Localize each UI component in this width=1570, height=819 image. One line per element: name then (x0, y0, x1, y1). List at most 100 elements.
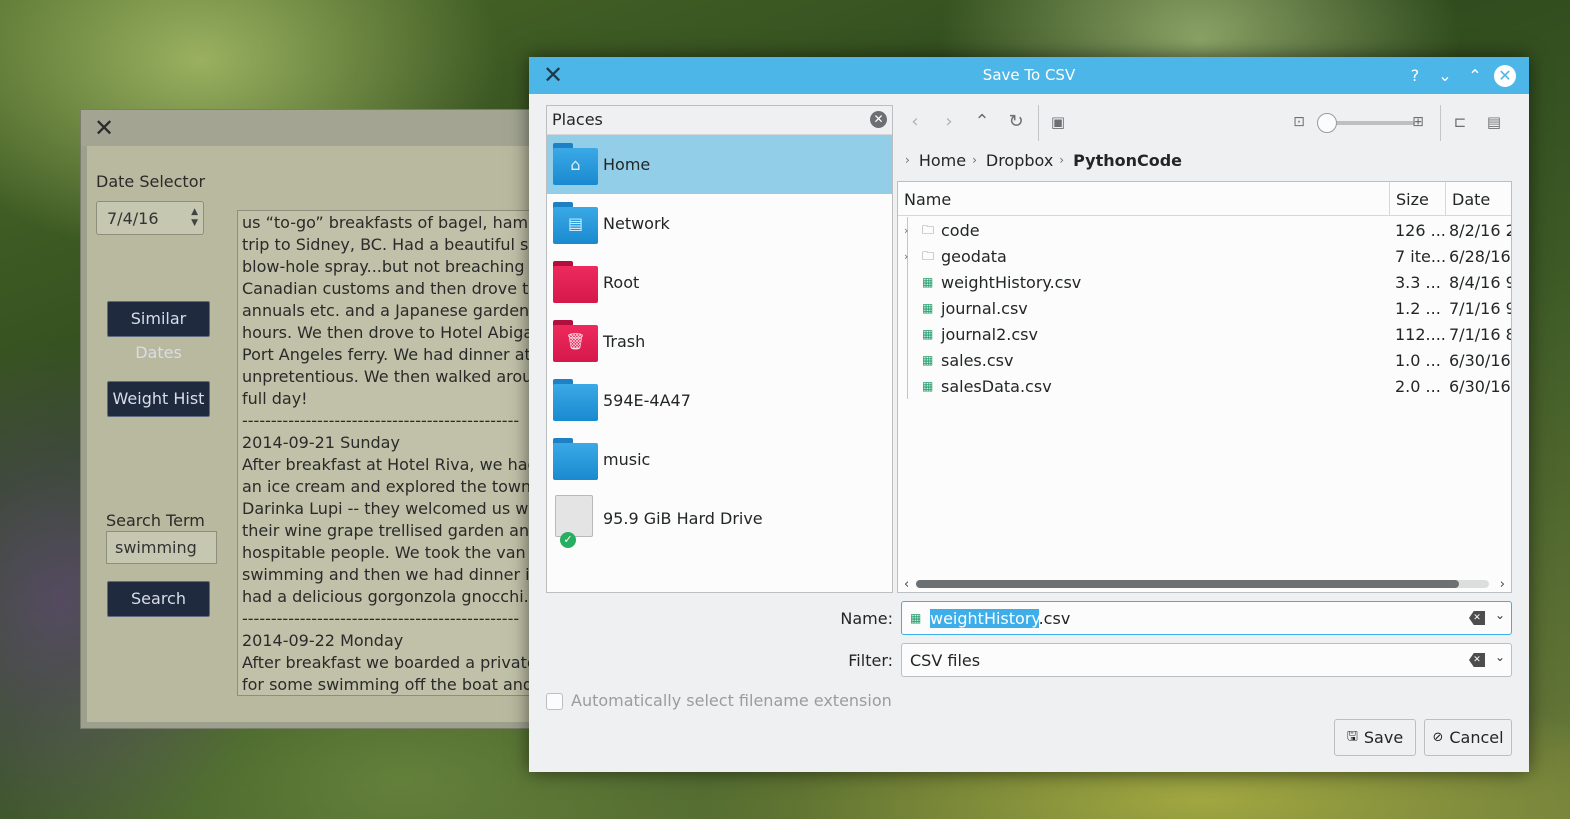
file-row[interactable]: ▦ journal.csv 1.2 ... 7/1/16 9 (898, 295, 1511, 321)
column-name-header[interactable]: Name (898, 182, 1390, 215)
csv-file-icon: ▦ (910, 611, 922, 625)
horizontal-scrollbar[interactable] (916, 580, 1489, 588)
chevron-right-icon[interactable]: › (972, 153, 977, 167)
journal-line: unpretentious. We then walked aroun (242, 367, 537, 386)
journal-text-area[interactable]: us “to-go” breakfasts of bagel, ham, eg t… (237, 210, 537, 696)
date-spinbox[interactable]: 7/4/16 ▲ ▼ (96, 201, 204, 235)
toolbar-separator (1038, 105, 1039, 141)
places-title: Places (552, 110, 603, 129)
journal-line: Darinka Lupi -- they welcomed us with (242, 499, 537, 518)
spin-arrows-icon[interactable]: ▲ ▼ (191, 207, 198, 229)
journal-line: After breakfast at Hotel Riva, we had a (242, 455, 537, 474)
breadcrumb-item[interactable]: Dropbox (986, 151, 1053, 170)
place-item-network[interactable]: ▤ Network (547, 194, 892, 253)
maximize-icon[interactable]: ⌃ (1464, 65, 1486, 87)
file-date: 7/1/16 8 (1449, 324, 1511, 344)
place-item-594e-4a47[interactable]: 594E-4A47 (547, 371, 892, 430)
weight-hist-button[interactable]: Weight Hist (107, 381, 210, 417)
file-row[interactable]: ▦ sales.csv 1.0 ... 6/30/16 (898, 347, 1511, 373)
file-name: sales.csv (941, 350, 1014, 370)
date-selector-label: Date Selector (96, 172, 206, 191)
journal-line: an ice cream and explored the towns a (242, 477, 537, 496)
file-name: salesData.csv (941, 376, 1052, 396)
journal-line: their wine grape trellised garden and g (242, 521, 537, 540)
csv-file-icon: ▦ (922, 353, 934, 367)
back-icon[interactable]: ‹ (903, 110, 927, 134)
filename-input[interactable]: ▦ weightHistory.csv ✕ ⌄ (901, 601, 1512, 635)
chevron-right-icon[interactable]: › (905, 153, 910, 167)
place-item-root[interactable]: Root (547, 253, 892, 312)
breadcrumb-item[interactable]: Home (919, 151, 966, 170)
folder-icon: 🗀 (922, 249, 935, 263)
place-item-trash[interactable]: 🗑 Trash (547, 312, 892, 371)
file-row[interactable]: › 🗀 geodata 7 ite... 6/28/16 (898, 243, 1511, 269)
search-term-label: Search Term (106, 511, 205, 530)
file-row[interactable]: › 🗀 code 126 ... 8/2/16 2 (898, 217, 1511, 243)
column-date-header[interactable]: Date (1446, 182, 1511, 215)
place-item-music[interactable]: music (547, 430, 892, 489)
csv-file-icon: ▦ (922, 301, 934, 315)
save-button[interactable]: 🖫 Save (1334, 719, 1416, 756)
dialog-titlebar[interactable]: ✕ Save To CSV ? ⌄ ⌃ ✕ (529, 57, 1529, 94)
expand-arrow-icon[interactable]: › (904, 224, 908, 237)
app-logo-icon: ✕ (93, 114, 115, 142)
journal-app-titlebar[interactable]: ✕ (81, 110, 539, 146)
similar-dates-button[interactable]: Similar Dates (107, 301, 210, 362)
new-folder-icon[interactable]: ⊏ (1448, 110, 1472, 134)
preview-image-icon[interactable]: ▣ (1046, 110, 1070, 134)
file-name: journal2.csv (941, 324, 1038, 344)
file-size: 1.2 ... (1395, 298, 1441, 318)
cancel-button[interactable]: ⊘ Cancel (1424, 719, 1512, 756)
cancel-label: Cancel (1449, 728, 1504, 747)
clear-text-icon[interactable]: ✕ (1469, 653, 1485, 667)
journal-line: ----------------------------------------… (242, 411, 520, 430)
filename-extension-text: .csv (1038, 609, 1071, 628)
place-label: Trash (603, 332, 646, 351)
csv-file-icon: ▦ (922, 275, 934, 289)
auto-extension-label: Automatically select filename extension (571, 691, 892, 710)
file-name: weightHistory.csv (941, 272, 1082, 292)
folder-icon (553, 261, 598, 303)
chevron-down-icon[interactable]: ⌄ (1495, 650, 1505, 664)
place-item-home[interactable]: ⌂ Home (547, 135, 892, 194)
file-row[interactable]: ▦ journal2.csv 112.... 7/1/16 8 (898, 321, 1511, 347)
place-label: Root (603, 273, 640, 292)
filter-combobox[interactable]: CSV files ✕ ⌄ (901, 643, 1512, 677)
folder-icon: 🗀 (922, 223, 935, 237)
chevron-right-icon[interactable]: › (1059, 153, 1064, 167)
zoom-slider-handle[interactable] (1317, 113, 1337, 133)
file-row[interactable]: ▦ salesData.csv 2.0 ... 6/30/16 (898, 373, 1511, 399)
tree-line (907, 373, 908, 399)
journal-line: annuals etc. and a Japanese garden. W (242, 301, 537, 320)
tree-line (907, 295, 908, 321)
forward-icon[interactable]: › (937, 110, 961, 134)
zoom-in-icon[interactable]: ⊞ (1406, 110, 1430, 134)
view-options-icon[interactable]: ▤ (1482, 110, 1506, 134)
clear-text-icon[interactable]: ✕ (1469, 611, 1485, 625)
close-places-icon[interactable]: ✕ (870, 111, 887, 128)
scrollbar-thumb[interactable] (916, 580, 1459, 588)
breadcrumb-item[interactable]: PythonCode (1073, 151, 1182, 170)
auto-extension-checkbox[interactable] (546, 693, 563, 710)
file-row[interactable]: ▦ weightHistory.csv 3.3 ... 8/4/16 9 (898, 269, 1511, 295)
search-term-input[interactable]: swimming (106, 531, 217, 564)
file-date: 6/30/16 (1449, 350, 1511, 370)
zoom-out-icon[interactable]: ⊡ (1287, 110, 1311, 134)
help-icon[interactable]: ? (1404, 65, 1426, 87)
expand-arrow-icon[interactable]: › (904, 250, 908, 263)
parent-folder-icon[interactable]: ⌃ (970, 110, 994, 134)
file-date: 8/4/16 9 (1449, 272, 1511, 292)
place-label: music (603, 450, 651, 469)
chevron-down-icon[interactable]: ⌄ (1495, 608, 1505, 622)
column-size-header[interactable]: Size (1390, 182, 1446, 215)
scroll-left-icon[interactable]: ‹ (904, 577, 909, 592)
tree-line (907, 347, 908, 373)
minimize-icon[interactable]: ⌄ (1434, 65, 1456, 87)
save-label: Save (1363, 728, 1404, 747)
home-icon: ⌂ (553, 143, 598, 185)
scroll-right-icon[interactable]: › (1500, 577, 1505, 592)
close-icon[interactable]: ✕ (1494, 65, 1516, 87)
place-item-95-9-gib-hard-drive[interactable]: ✓ 95.9 GiB Hard Drive (547, 489, 892, 548)
reload-icon[interactable]: ↻ (1004, 110, 1028, 134)
search-button[interactable]: Search (107, 581, 210, 617)
